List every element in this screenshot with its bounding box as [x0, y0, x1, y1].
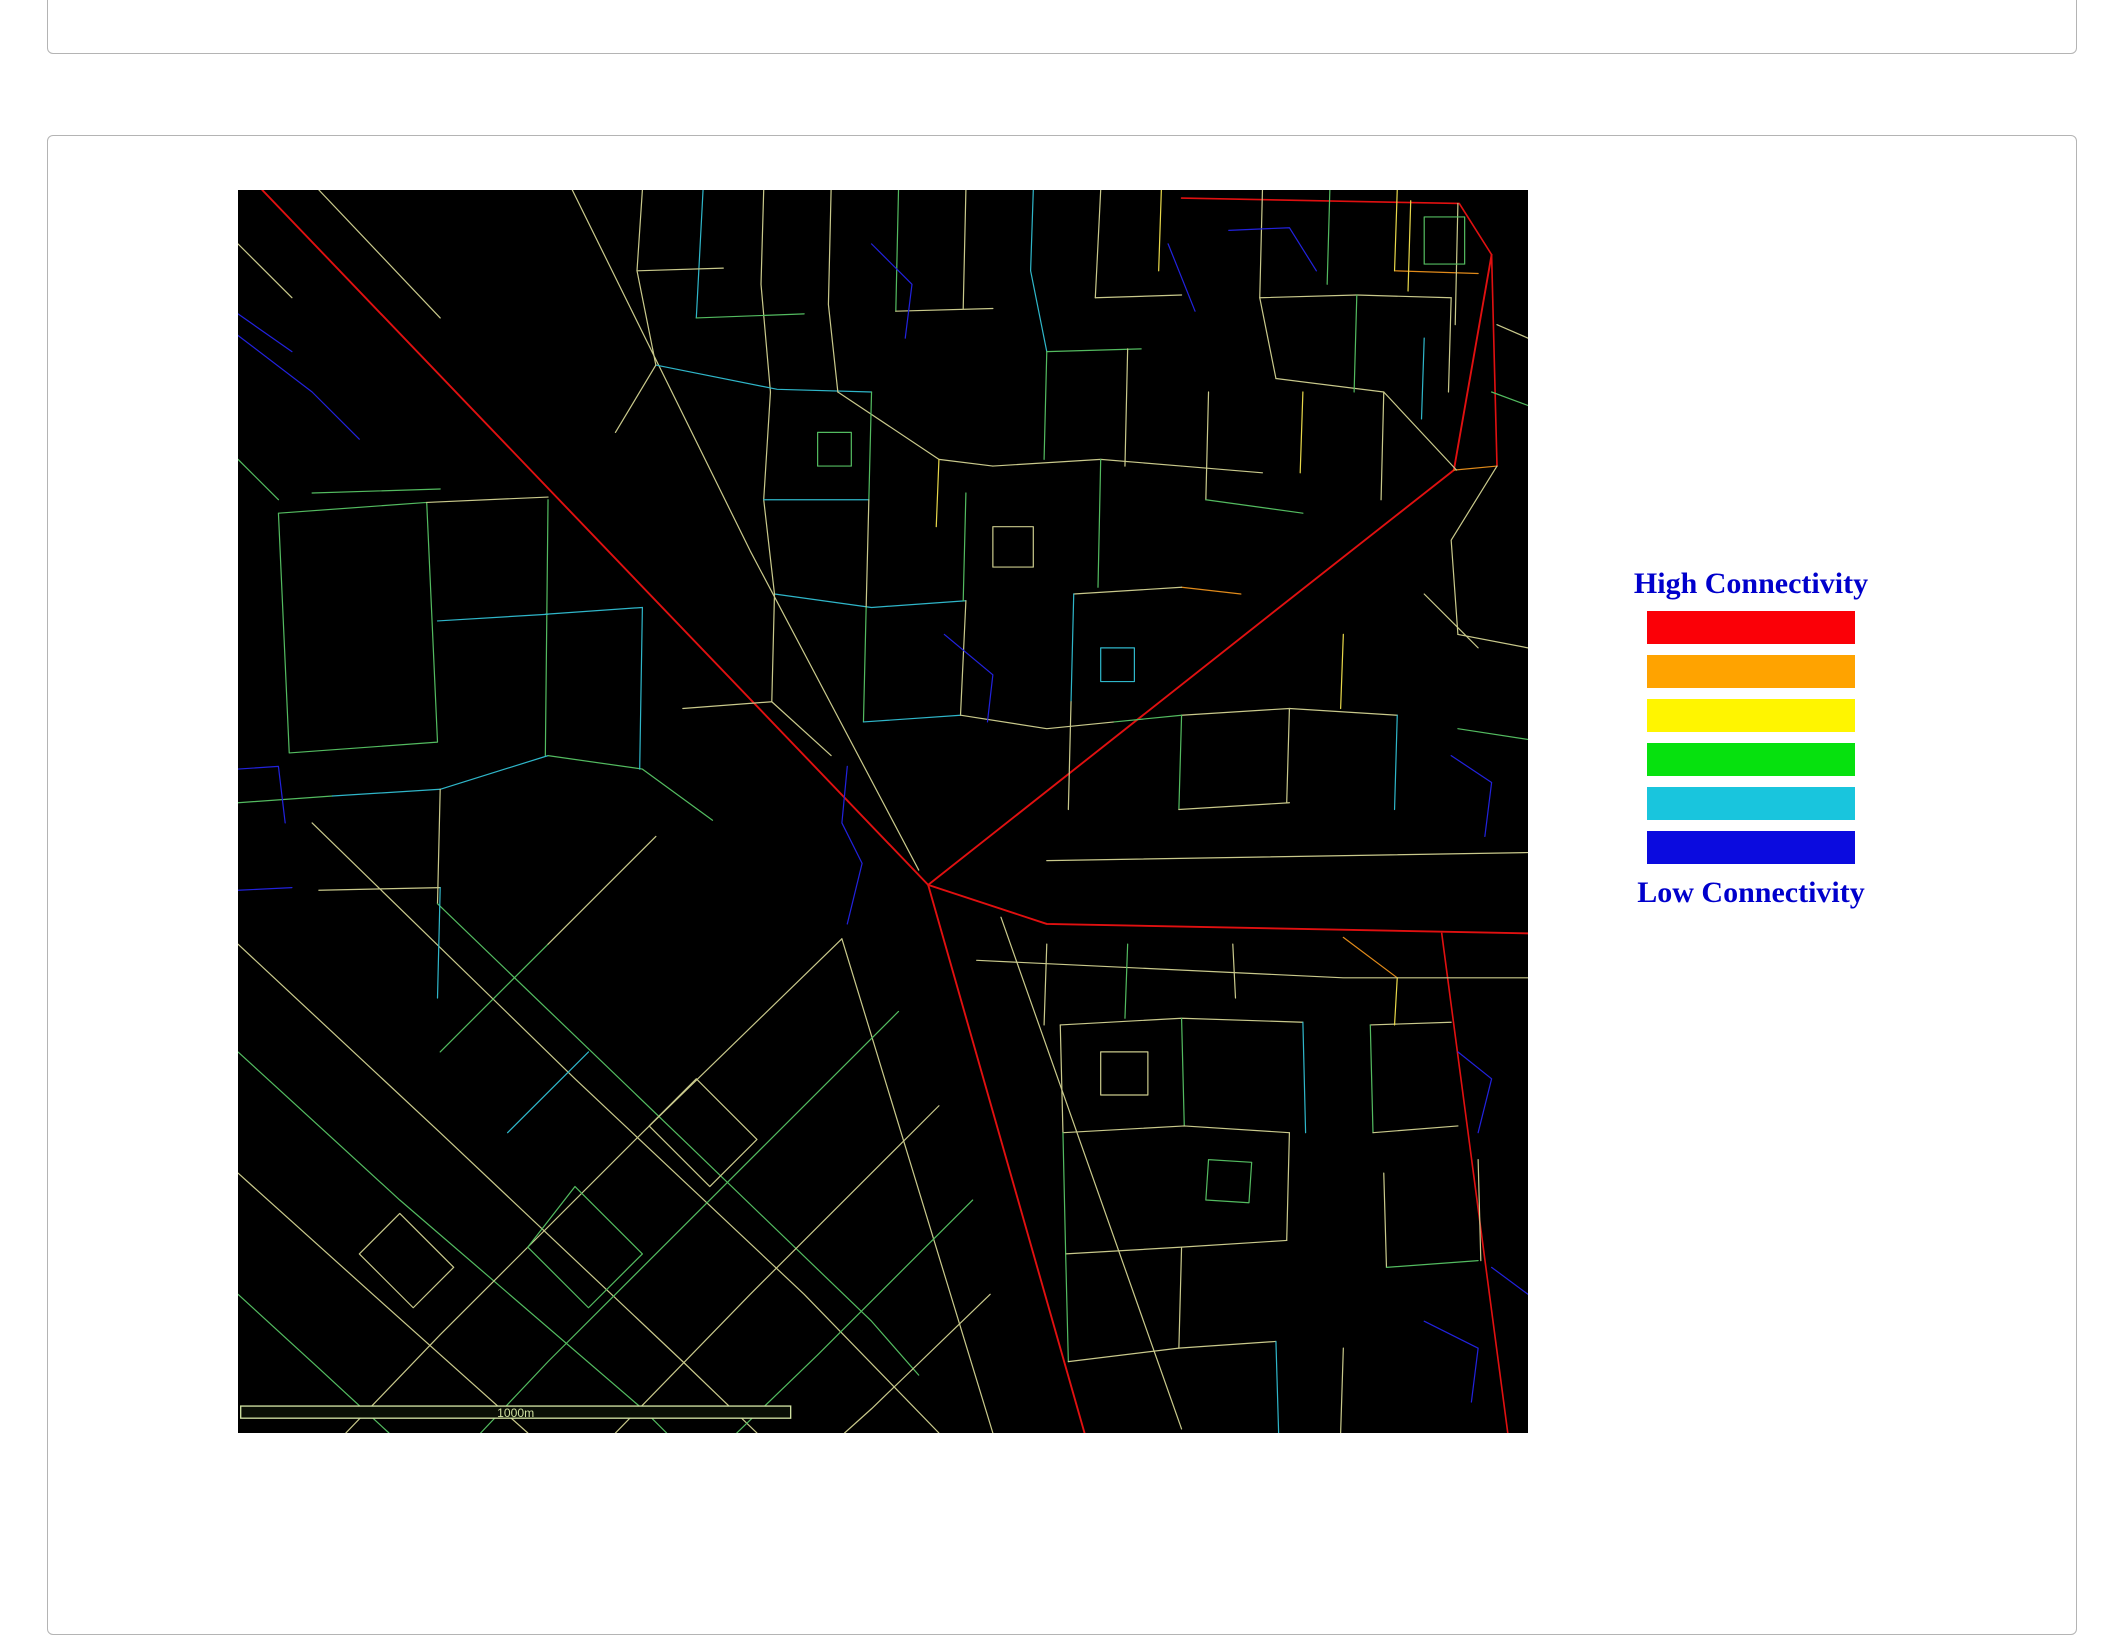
scale-bar: 1000m	[241, 1406, 791, 1420]
map-background	[238, 190, 1528, 1433]
legend-swatch	[1647, 831, 1855, 864]
legend-swatch	[1647, 655, 1855, 688]
map-figure: 1000m	[238, 190, 1528, 1433]
legend-swatch	[1647, 611, 1855, 644]
legend-swatch	[1647, 743, 1855, 776]
legend-swatch	[1647, 699, 1855, 732]
street-network-map: 1000m	[238, 190, 1528, 1433]
legend-low-label: Low Connectivity	[1596, 876, 1906, 910]
top-panel	[47, 0, 2077, 54]
scale-bar-label: 1000m	[497, 1406, 534, 1420]
legend: High Connectivity Low Connectivity	[1596, 567, 1906, 910]
figure-panel: 1000m High Connectivity Low Connectivity	[47, 135, 2077, 1635]
legend-swatch	[1647, 787, 1855, 820]
legend-high-label: High Connectivity	[1596, 567, 1906, 601]
legend-swatches	[1596, 611, 1906, 864]
